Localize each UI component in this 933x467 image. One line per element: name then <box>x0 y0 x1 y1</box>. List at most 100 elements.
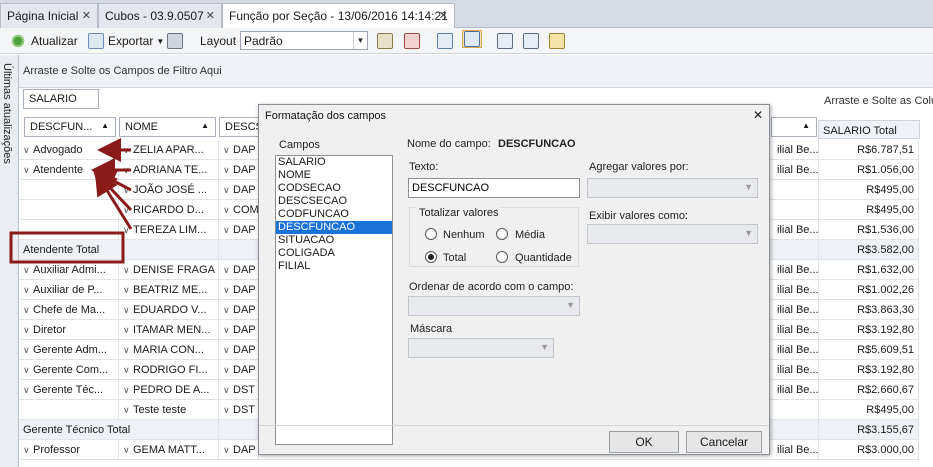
collapse-chevron-icon[interactable]: ∨ <box>123 305 133 316</box>
row-descsecao[interactable]: ∨ DAP <box>219 140 259 160</box>
chart-button[interactable] <box>523 32 539 50</box>
save-layout-button[interactable] <box>377 32 393 50</box>
collapse-chevron-icon[interactable]: ∨ <box>123 325 133 336</box>
collapse-chevron-icon[interactable]: ∨ <box>123 185 133 196</box>
list-item[interactable]: DESCSECAO <box>276 195 392 208</box>
collapse-chevron-icon[interactable]: ∨ <box>23 365 33 376</box>
collapse-chevron-icon[interactable]: ∨ <box>23 345 33 356</box>
row-descfuncao[interactable]: ∨ Advogado <box>19 140 119 160</box>
row-nome[interactable]: ∨ PEDRO DE A... <box>119 380 219 400</box>
row-nome[interactable]: ∨ Teste teste <box>119 400 219 420</box>
tab-funcao-por-secao[interactable]: Função por Seção - 13/06/2016 14:14:21 ✕ <box>222 3 455 29</box>
row-nome[interactable]: ∨ ADRIANA TE... <box>119 160 219 180</box>
tab-pagina-inicial[interactable]: Página Inicial ✕ <box>0 3 98 28</box>
row-nome[interactable]: ∨ JOÃO JOSÉ ... <box>119 180 219 200</box>
row-field-descfuncao[interactable]: DESCFUN... ▲ <box>24 117 116 137</box>
row-field-descsecao[interactable]: DESCS <box>219 117 259 137</box>
collapse-chevron-icon[interactable]: ∨ <box>123 265 133 276</box>
collapse-chevron-icon[interactable]: ∨ <box>23 325 33 336</box>
side-panel-tab[interactable]: Últimas atualizações <box>0 55 19 467</box>
print-button[interactable] <box>167 32 183 50</box>
list-item[interactable]: DESCFUNCAO <box>276 221 392 234</box>
delete-layout-button[interactable] <box>404 32 420 50</box>
close-icon[interactable]: ✕ <box>82 9 91 22</box>
chevron-down-icon[interactable]: ▼ <box>353 32 367 49</box>
row-descfuncao[interactable]: ∨ Atendente <box>19 160 119 180</box>
row-descfuncao[interactable]: ∨ Diretor <box>19 320 119 340</box>
collapse-chevron-icon[interactable]: ∨ <box>223 305 233 316</box>
collapse-chevron-icon[interactable]: ∨ <box>223 405 233 416</box>
collapse-chevron-icon[interactable]: ∨ <box>123 385 133 396</box>
field-list-button[interactable] <box>437 32 453 50</box>
row-descsecao[interactable]: ∨ DAP <box>219 280 259 300</box>
collapse-chevron-icon[interactable]: ∨ <box>223 325 233 336</box>
collapse-chevron-icon[interactable]: ∨ <box>123 145 133 156</box>
collapse-chevron-icon[interactable]: ∨ <box>23 285 33 296</box>
collapse-chevron-icon[interactable]: ∨ <box>123 165 133 176</box>
column-field-filial[interactable]: ▲ <box>771 117 817 137</box>
row-descsecao[interactable]: ∨ DAP <box>219 320 259 340</box>
row-descfuncao[interactable]: ∨ Auxiliar Admi... <box>19 260 119 280</box>
collapse-chevron-icon[interactable]: ∨ <box>23 305 33 316</box>
ok-button[interactable]: OK <box>609 431 679 453</box>
row-nome[interactable]: ∨ EDUARDO V... <box>119 300 219 320</box>
export-button[interactable]: Exportar ▼ <box>88 32 164 50</box>
radio-media[interactable] <box>496 228 508 240</box>
collapse-chevron-icon[interactable]: ∨ <box>123 285 133 296</box>
collapse-chevron-icon[interactable]: ∨ <box>123 445 133 456</box>
collapse-chevron-icon[interactable]: ∨ <box>23 145 33 156</box>
collapse-chevron-icon[interactable]: ∨ <box>223 145 233 156</box>
list-item[interactable]: CODSECAO <box>276 182 392 195</box>
radio-nenhum[interactable] <box>425 228 437 240</box>
tab-cubos[interactable]: Cubos - 03.9.0507 ✕ <box>98 3 222 28</box>
row-descsecao[interactable]: ∨ DAP <box>219 260 259 280</box>
collapse-chevron-icon[interactable]: ∨ <box>123 405 133 416</box>
collapse-chevron-icon[interactable]: ∨ <box>23 165 33 176</box>
row-descfuncao[interactable]: ∨ Chefe de Ma... <box>19 300 119 320</box>
collapse-chevron-icon[interactable]: ∨ <box>23 385 33 396</box>
row-nome[interactable]: ∨ MARIA CON... <box>119 340 219 360</box>
row-descsecao[interactable]: ∨ DST <box>219 400 259 420</box>
collapse-chevron-icon[interactable]: ∨ <box>23 265 33 276</box>
row-nome[interactable]: ∨ ZELIA APAR... <box>119 140 219 160</box>
collapse-chevron-icon[interactable]: ∨ <box>223 385 233 396</box>
radio-quantidade[interactable] <box>496 251 508 263</box>
row-nome[interactable]: ∨ DENISE FRAGA <box>119 260 219 280</box>
collapse-chevron-icon[interactable]: ∨ <box>223 165 233 176</box>
list-item[interactable]: SALARIO <box>276 156 392 169</box>
collapse-chevron-icon[interactable]: ∨ <box>123 345 133 356</box>
list-item[interactable]: SITUACAO <box>276 234 392 247</box>
row-descsecao[interactable]: ∨ DAP <box>219 300 259 320</box>
data-field-salario[interactable]: SALARIO <box>23 89 99 109</box>
row-nome[interactable]: ∨ RICARDO D... <box>119 200 219 220</box>
list-item[interactable]: CODFUNCAO <box>276 208 392 221</box>
row-descsecao[interactable]: ∨ DST <box>219 380 259 400</box>
row-descsecao[interactable]: ∨ DAP <box>219 160 259 180</box>
filter-drop-area[interactable]: Arraste e Solte os Campos de Filtro Aqui <box>19 55 933 88</box>
row-descsecao[interactable]: ∨ DAP <box>219 360 259 380</box>
row-nome[interactable]: ∨ RODRIGO FI... <box>119 360 219 380</box>
display-select[interactable]: ▼ <box>587 224 758 244</box>
row-descfuncao[interactable]: ∨ Auxiliar de P... <box>19 280 119 300</box>
list-item[interactable]: FILIAL <box>276 260 392 273</box>
row-descfuncao[interactable]: ∨ Gerente Adm... <box>19 340 119 360</box>
collapse-chevron-icon[interactable]: ∨ <box>23 445 33 456</box>
row-field-nome[interactable]: NOME ▲ <box>119 117 216 137</box>
row-descfuncao[interactable]: ∨ Gerente Téc... <box>19 380 119 400</box>
order-select[interactable]: ▼ <box>408 296 580 316</box>
collapse-chevron-icon[interactable]: ∨ <box>123 365 133 376</box>
cancel-button[interactable]: Cancelar <box>686 431 762 453</box>
fields-listbox[interactable]: SALARIO NOME CODSECAO DESCSECAO CODFUNCAO DES… <box>275 155 393 445</box>
row-nome[interactable]: ∨ BEATRIZ ME... <box>119 280 219 300</box>
collapse-chevron-icon[interactable]: ∨ <box>223 185 233 196</box>
list-item[interactable]: COLIGADA <box>276 247 392 260</box>
collapse-chevron-icon[interactable]: ∨ <box>223 265 233 276</box>
collapse-chevron-icon[interactable]: ∨ <box>223 445 233 456</box>
row-nome[interactable]: ∨ GEMA MATT... <box>119 440 219 460</box>
text-input[interactable] <box>408 178 580 198</box>
radio-total[interactable] <box>425 251 437 263</box>
collapse-chevron-icon[interactable]: ∨ <box>223 285 233 296</box>
collapse-chevron-icon[interactable]: ∨ <box>123 205 133 216</box>
close-icon[interactable]: ✕ <box>206 9 215 22</box>
format-fields-button[interactable] <box>462 30 482 48</box>
